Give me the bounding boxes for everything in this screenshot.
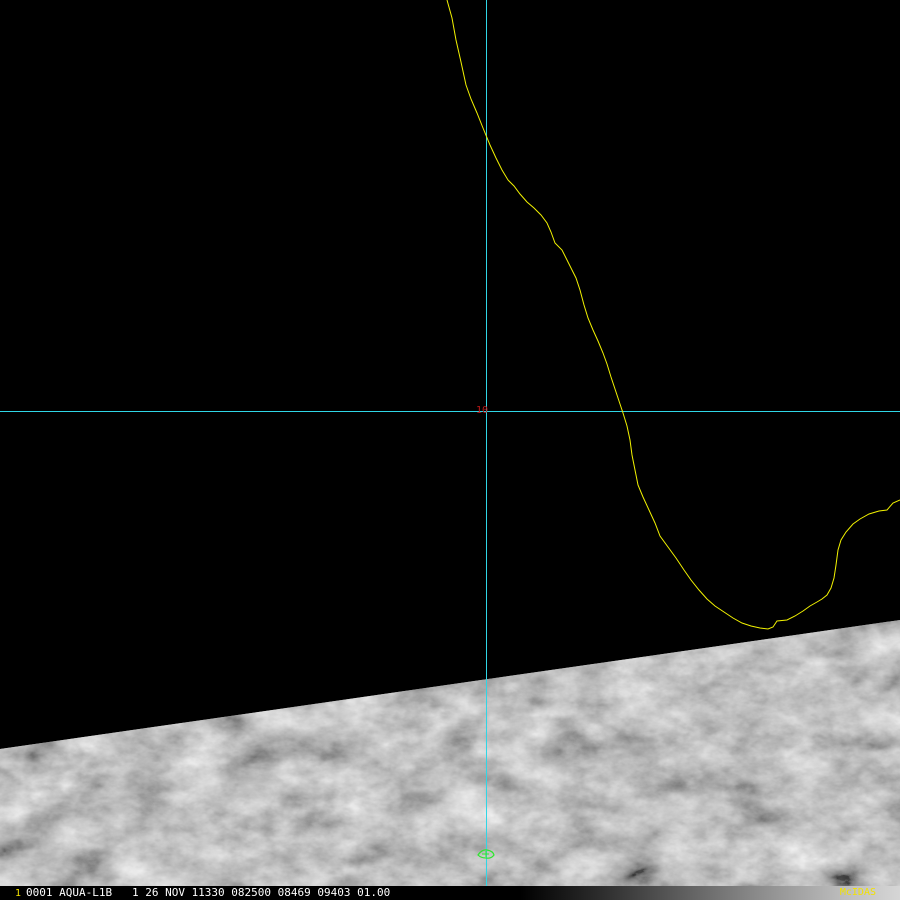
satellite-swath bbox=[0, 620, 900, 886]
satellite-map[interactable] bbox=[0, 0, 900, 886]
frame-number: 1 bbox=[15, 888, 22, 899]
image-info-text: 0001 AQUA-L1B 1 26 NOV 11330 082500 0846… bbox=[26, 886, 391, 899]
cursor-icon[interactable] bbox=[476, 847, 496, 861]
mcidas-logo: McIDAS bbox=[839, 887, 876, 898]
latitude-label: 10 bbox=[476, 405, 489, 416]
satellite-image-viewport[interactable]: 10 bbox=[0, 0, 900, 886]
coastline bbox=[446, 0, 900, 630]
